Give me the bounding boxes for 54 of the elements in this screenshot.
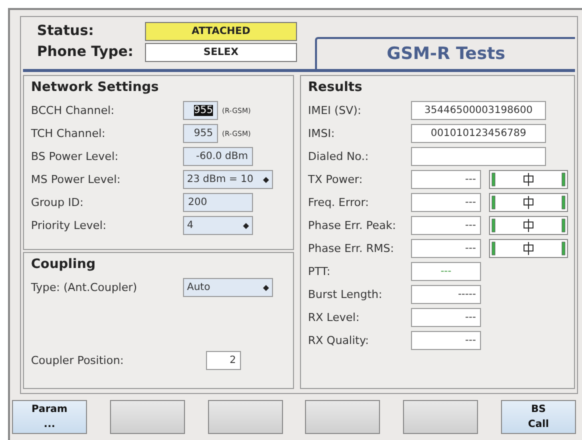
field-label: BCCH Channel:	[31, 104, 116, 117]
panel-title: Results	[308, 80, 364, 95]
field-label: Phase Err. Peak:	[308, 219, 397, 232]
tab-title: GSM-R Tests	[386, 44, 506, 64]
field-label: MS Power Level:	[31, 173, 122, 186]
panel-title: Network Settings	[31, 80, 160, 95]
field-label: Freq. Error:	[308, 196, 370, 209]
field-label: RX Level:	[308, 311, 360, 324]
status-value: ATTACHED	[145, 22, 297, 41]
field-label: Type: (Ant.Coupler)	[31, 281, 138, 294]
result-field: ---	[411, 308, 481, 327]
field-label: IMEI (SV):	[308, 104, 362, 117]
result-field: ---	[411, 170, 481, 189]
result-field: -----	[411, 285, 481, 304]
result-field: ---	[411, 193, 481, 212]
phone-type-value: SELEX	[145, 43, 297, 62]
result-field: ---	[411, 239, 481, 258]
dropdown[interactable]: 23 dBm = 10	[183, 170, 273, 189]
field-label: Dialed No.:	[308, 150, 370, 163]
field-label: Burst Length:	[308, 288, 384, 301]
field-label: RX Quality:	[308, 334, 370, 347]
field-label: TCH Channel:	[31, 127, 106, 140]
field-label: IMSI:	[308, 127, 336, 140]
softkey-button[interactable]: Param ...	[12, 400, 87, 434]
field-label: Priority Level:	[31, 219, 108, 232]
panel-title: Coupling	[31, 257, 97, 272]
result-field: 001010123456789	[411, 124, 546, 143]
gauge-icon	[489, 170, 568, 189]
softkey-button[interactable]: BS Call	[500, 400, 576, 434]
field-label: BS Power Level:	[31, 150, 120, 163]
field-label: Group ID:	[31, 196, 84, 209]
phone-type-label: Phone Type:	[37, 43, 134, 62]
input-field[interactable]: 955	[183, 101, 218, 120]
dropdown[interactable]: Auto	[183, 278, 273, 297]
field-label: PTT:	[308, 265, 332, 278]
input-field[interactable]: 200	[183, 193, 253, 212]
result-field: ---	[411, 331, 481, 350]
result-field: ---	[411, 216, 481, 235]
dropdown-arrow-icon	[263, 176, 269, 182]
input-field[interactable]: -60.0 dBm	[183, 147, 253, 166]
status-label: Status:	[37, 22, 95, 41]
result-field: ---	[411, 262, 481, 281]
field-label: TX Power:	[308, 173, 364, 186]
field-label: Phase Err. RMS:	[308, 242, 395, 255]
gauge-icon	[489, 193, 568, 212]
input-field[interactable]: 955	[183, 124, 218, 143]
field-label: Coupler Position:	[31, 354, 125, 367]
result-field: 35446500003198600	[411, 101, 546, 120]
dropdown[interactable]: 4	[183, 216, 253, 235]
input-field[interactable]: 2	[206, 351, 241, 370]
dropdown-arrow-icon	[243, 222, 249, 228]
dropdown-arrow-icon	[263, 284, 269, 290]
gauge-icon	[489, 239, 568, 258]
gauge-icon	[489, 216, 568, 235]
